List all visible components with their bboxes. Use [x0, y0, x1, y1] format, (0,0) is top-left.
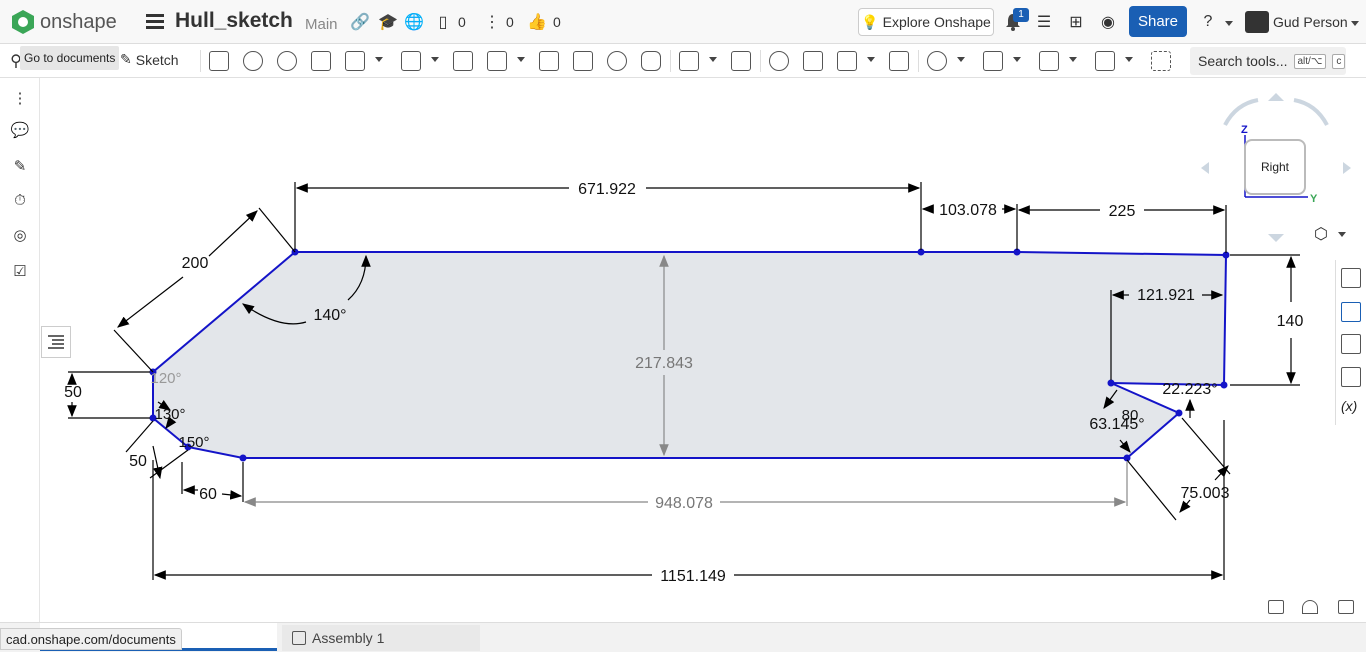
display-mode-icon[interactable]: ⬡ — [1311, 224, 1331, 244]
sketch-canvas[interactable]: 671.922 103.078 225 200 140° 217.843 120… — [0, 0, 1366, 652]
view-cube-face-label: Right — [1260, 160, 1289, 174]
parts-icon[interactable] — [1341, 302, 1361, 322]
mass-properties-icon[interactable] — [1341, 367, 1361, 387]
measure-icon[interactable] — [1302, 600, 1318, 614]
right-panel: (x) — [1335, 260, 1366, 425]
dim-angle-top[interactable]: 140° — [313, 307, 346, 324]
dim-notch-width[interactable]: 121.921 — [1137, 287, 1195, 304]
dim-right-height[interactable]: 140 — [1277, 313, 1304, 330]
display-mode-chevron-icon[interactable] — [1338, 232, 1346, 237]
dim-notch-75[interactable]: 75.003 — [1181, 485, 1230, 502]
dim-top-right[interactable]: 225 — [1109, 203, 1136, 220]
scale-icon[interactable] — [1338, 600, 1354, 614]
axis-z-label: Z — [1241, 124, 1248, 136]
mate-connector-icon[interactable] — [1341, 334, 1361, 354]
tab-assembly[interactable]: Assembly 1 — [282, 625, 480, 651]
assembly-icon — [292, 631, 306, 645]
dim-bottom-60[interactable]: 60 — [199, 486, 217, 503]
dim-bottom-length[interactable]: 948.078 — [655, 495, 713, 512]
dim-angle-130[interactable]: 130° — [154, 406, 185, 423]
tab-bar: Assembly 1 — [0, 622, 1366, 652]
dim-top-length[interactable]: 671.922 — [578, 181, 636, 198]
axis-y-label: Y — [1310, 193, 1318, 205]
dim-left-50[interactable]: 50 — [64, 384, 82, 401]
variable-icon[interactable]: (x) — [1341, 398, 1361, 418]
dim-angle-120[interactable]: 120° — [150, 370, 181, 387]
dim-notch-angle-22[interactable]: 22.223° — [1162, 381, 1217, 398]
dim-diagonal-50[interactable]: 50 — [129, 453, 147, 470]
dim-overall-length[interactable]: 1151.149 — [660, 568, 726, 585]
appearance-icon[interactable] — [1341, 268, 1361, 288]
dim-top-mid[interactable]: 103.078 — [939, 202, 997, 219]
dim-bevel-length[interactable]: 200 — [182, 255, 209, 272]
status-bar-url: cad.onshape.com/documents — [0, 628, 182, 650]
dim-angle-150[interactable]: 150° — [178, 434, 209, 451]
view-cube[interactable]: Right — [1244, 139, 1306, 195]
dim-notch-angle-63[interactable]: 63.145° — [1089, 416, 1144, 433]
tab-assembly-label: Assembly 1 — [312, 630, 385, 646]
dim-depth[interactable]: 217.843 — [635, 355, 693, 372]
mass-icon[interactable] — [1268, 600, 1284, 614]
view-rotation-arcs[interactable] — [1223, 98, 1329, 126]
